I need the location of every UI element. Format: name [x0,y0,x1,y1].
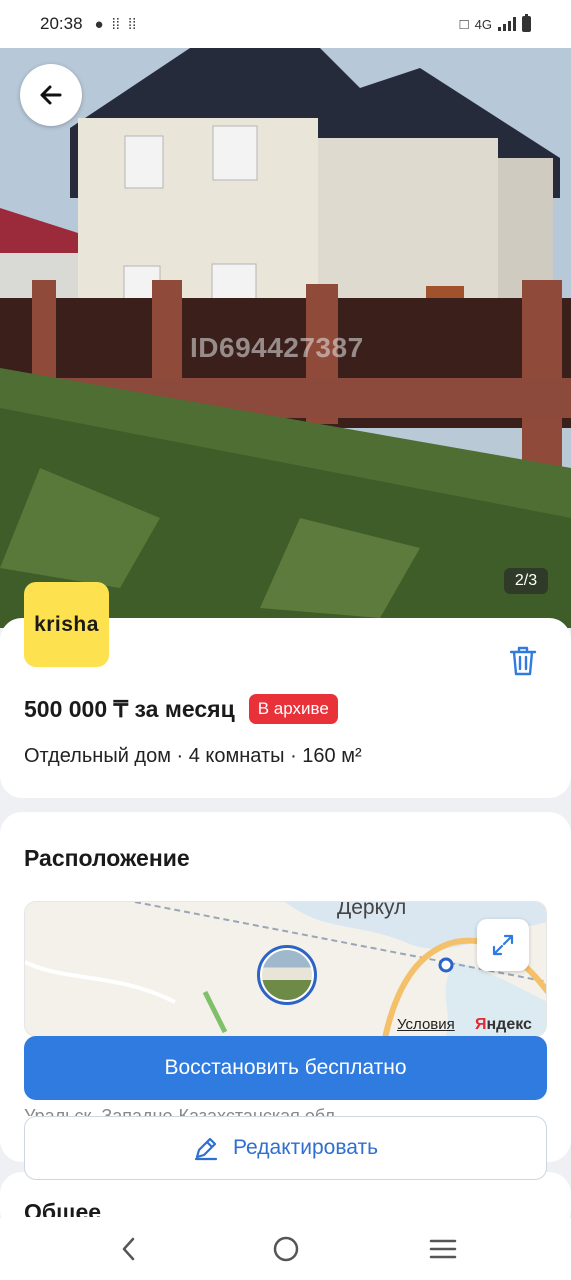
footprints-icon: ⁞⁞ [127,15,137,33]
network-label: 4G [474,16,492,32]
map-terms-link[interactable]: Условия [397,1016,455,1033]
menu-lines-icon [429,1239,456,1259]
status-badge: В архиве [248,694,338,724]
krisha-logo: krisha [24,582,109,667]
signal-icon [498,17,516,31]
price-row: 500 000 ₸ за месяц В архиве [24,694,338,724]
pencil-icon [194,1137,218,1161]
expand-icon [492,934,514,956]
listing-price: 500 000 ₸ за месяц [24,695,235,722]
yandex-logo: Яндекс [475,1016,532,1033]
general-title: Общее [24,1199,102,1217]
trash-icon [509,646,537,676]
edit-button-label: Редактировать [232,1136,379,1159]
chevron-left-icon [122,1237,134,1261]
photo-counter: 2/3 [504,568,548,594]
vibrate-icon: □ [459,15,469,33]
system-nav-bar [0,1218,571,1280]
status-bar: 20:38 ● ⁞⁞ ⁞⁞ □ 4G [0,0,571,48]
map-expand-button[interactable] [477,919,529,971]
photo-watermark: ID694427387 [190,332,364,363]
chat-icon: ● [94,15,104,33]
address-text: Уральск, Западно-Казахстанская обл. [24,1106,340,1116]
edit-button[interactable]: Редактировать [24,1116,547,1180]
arrow-left-icon [40,85,62,105]
status-time: 20:38 [40,14,83,33]
delete-button[interactable] [508,645,538,682]
battery-icon [522,14,531,32]
listing-subtitle: Отдельный дом · 4 комнаты · 160 м² [24,745,362,767]
location-map[interactable]: Деркул Условия Яндекс [24,901,547,1037]
map-photo-pin[interactable] [257,945,317,1005]
map-city-label: Деркул [337,901,407,919]
status-right: □ 4G [459,14,531,33]
home-circle-icon [273,1236,298,1262]
restore-button[interactable]: Восстановить бесплатно [24,1036,547,1100]
nav-back-button[interactable] [99,1224,159,1274]
back-button[interactable] [20,64,82,126]
footprints-icon: ⁞⁞ [111,15,120,33]
notification-icons: ● ⁞⁞ ⁞⁞ [95,16,137,33]
nav-recents-button[interactable] [413,1224,473,1274]
location-title: Расположение [24,845,190,871]
nav-home-button[interactable] [256,1224,316,1274]
